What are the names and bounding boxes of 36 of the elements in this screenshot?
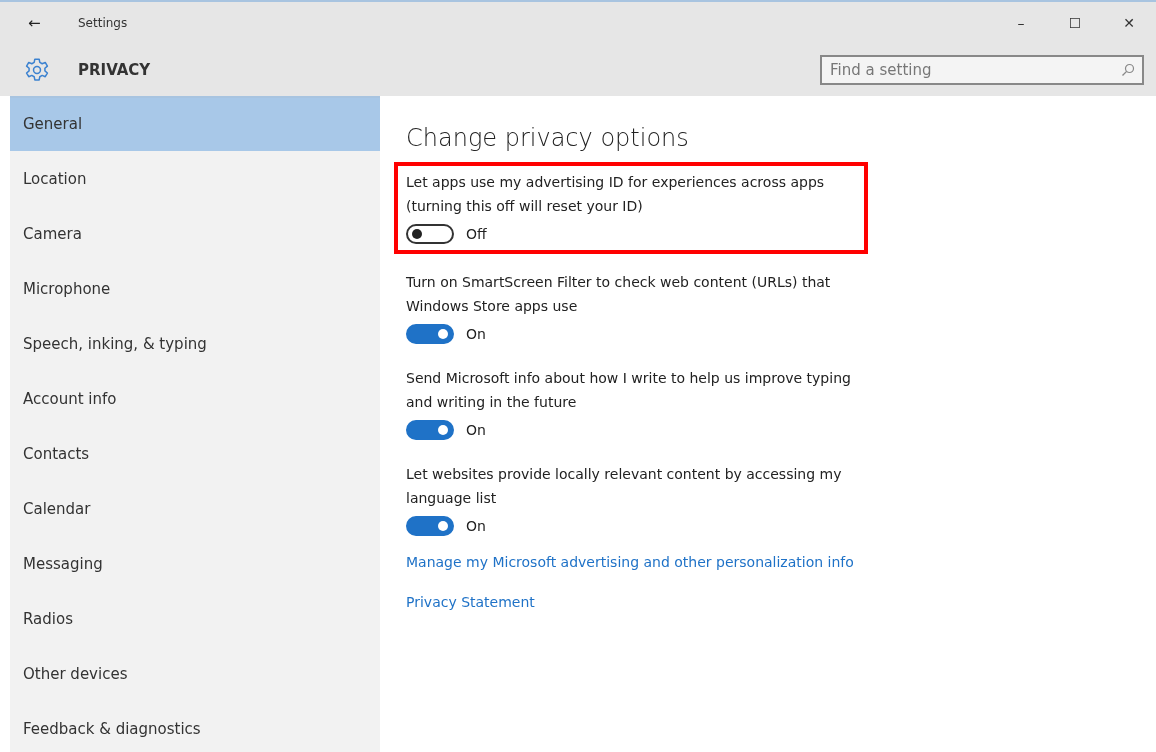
toggle-state-label: On bbox=[466, 326, 486, 342]
option-description: Send Microsoft info about how I write to help us improve typing and writing in the future bbox=[406, 369, 852, 412]
toggle-switch[interactable] bbox=[406, 516, 454, 536]
privacy-statement-link[interactable]: Privacy Statement bbox=[406, 594, 535, 610]
personalization-link[interactable]: Manage my Microsoft advertising and other personalization info bbox=[406, 554, 854, 570]
sidebar-item[interactable]: Microphone bbox=[10, 261, 380, 316]
sidebar-item[interactable]: Radios bbox=[10, 591, 380, 646]
sidebar-item[interactable]: General bbox=[10, 98, 380, 151]
maximize-button[interactable]: ☐ bbox=[1048, 15, 1102, 31]
sidebar-item[interactable]: Account info bbox=[10, 371, 380, 426]
option-description: Let apps use my advertising ID for experiences across apps (turning this off will reset your ID) bbox=[406, 173, 826, 216]
toggle-switch[interactable] bbox=[406, 420, 454, 440]
window-title: Settings bbox=[78, 16, 128, 30]
sidebar-item[interactable]: Feedback & diagnostics bbox=[10, 701, 380, 752]
toggle-state-label: On bbox=[466, 422, 486, 438]
toggle-switch[interactable] bbox=[406, 224, 454, 244]
sidebar-item[interactable]: Speech, inking, & typing bbox=[10, 316, 380, 371]
sidebar-item[interactable]: Calendar bbox=[10, 481, 380, 536]
search-icon bbox=[1121, 63, 1135, 77]
back-button[interactable]: ← bbox=[28, 14, 78, 32]
sidebar-item[interactable]: Contacts bbox=[10, 426, 380, 481]
search-field[interactable]: Find a setting bbox=[820, 55, 1144, 85]
toggle-state-label: On bbox=[466, 518, 486, 534]
option-description: Let websites provide locally relevant content by accessing my language list bbox=[406, 465, 843, 508]
sidebar-item[interactable]: Location bbox=[10, 151, 380, 206]
option-description: Turn on SmartScreen Filter to check web content (URLs) that Windows Store apps use bbox=[406, 273, 832, 316]
toggle-switch[interactable] bbox=[406, 324, 454, 344]
sidebar-item[interactable]: Camera bbox=[10, 206, 380, 261]
minimize-button[interactable]: – bbox=[994, 15, 1048, 31]
sidebar-item[interactable]: Other devices bbox=[10, 646, 380, 701]
close-button[interactable]: ✕ bbox=[1102, 15, 1156, 31]
sidebar-item[interactable]: Messaging bbox=[10, 536, 380, 591]
settings-icon bbox=[24, 57, 50, 83]
section-heading: Change privacy options bbox=[406, 124, 689, 152]
toggle-state-label: Off bbox=[466, 226, 487, 242]
page-title: PRIVACY bbox=[78, 61, 151, 79]
